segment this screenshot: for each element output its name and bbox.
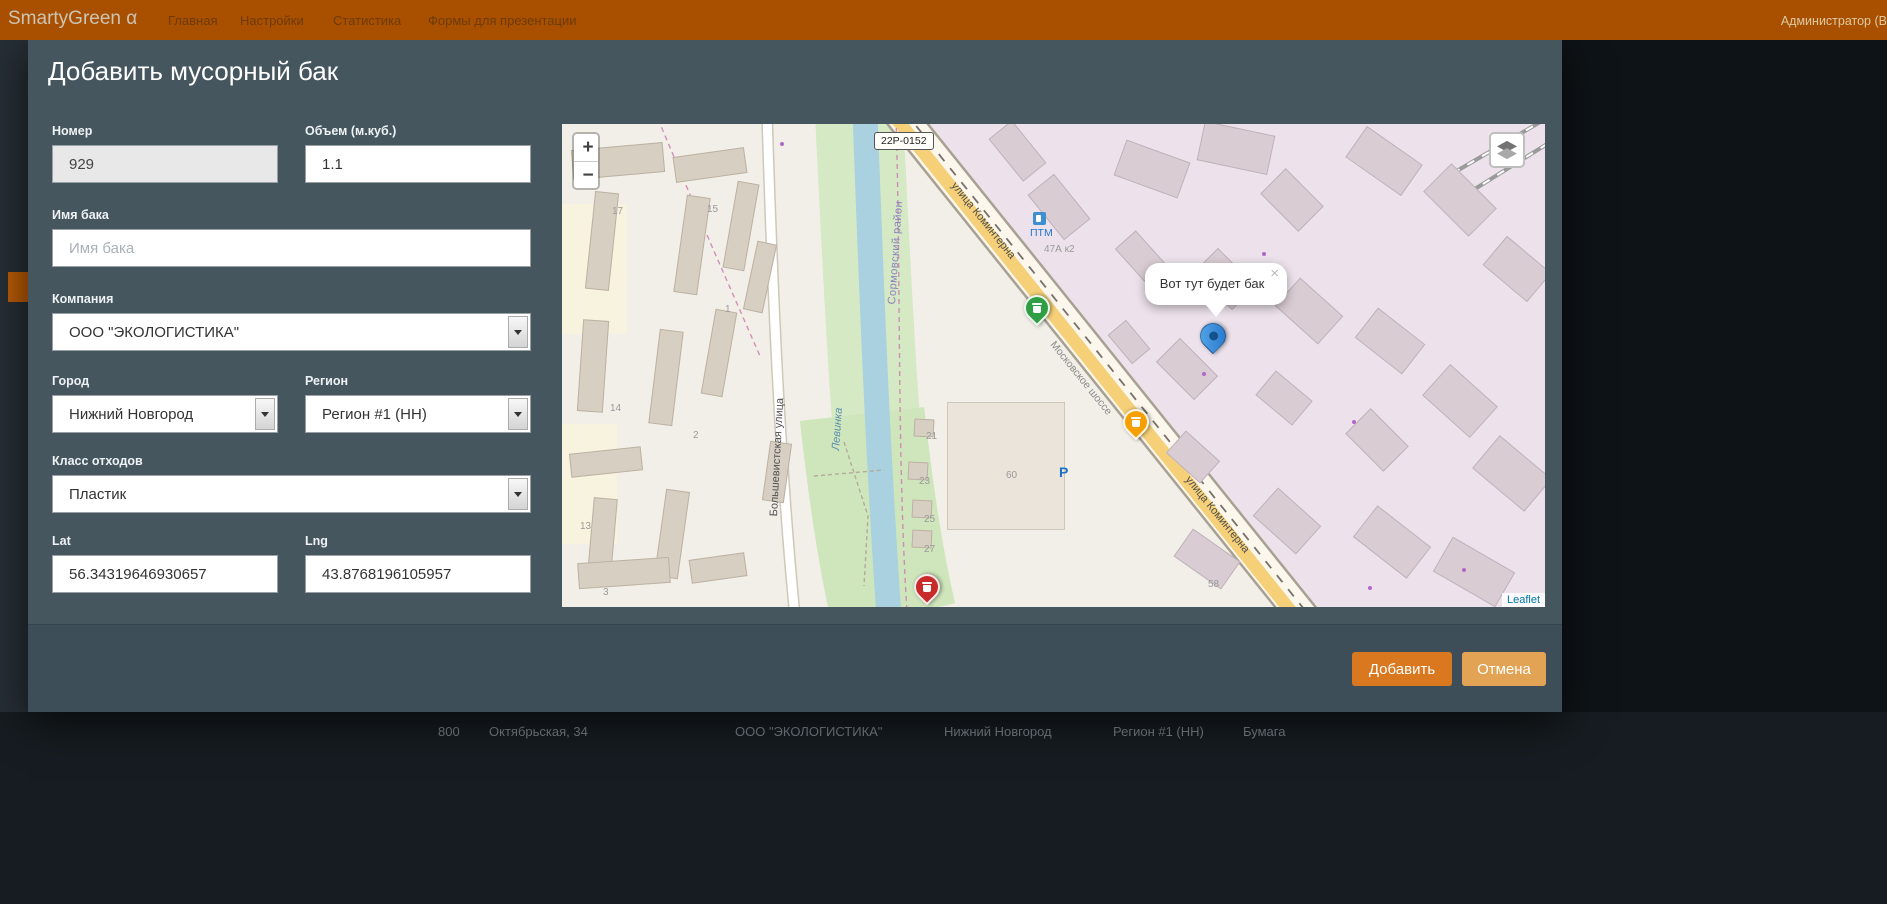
nav-item-presentation-forms[interactable]: Формы для презентации (428, 13, 577, 28)
nav-item-home[interactable]: Главная (168, 13, 217, 28)
house-number: 17 (612, 206, 624, 217)
house-number: 25 (924, 514, 936, 525)
table-cell: Бумага (1243, 724, 1286, 739)
table-cell: 800 (438, 724, 460, 739)
house-number: 21 (926, 431, 938, 442)
zoom-out-button[interactable]: − (574, 161, 598, 188)
background-button-fragment (8, 272, 28, 302)
house-number: 2 (693, 430, 699, 441)
city-select[interactable]: Нижний Новгород (52, 395, 278, 433)
layers-icon (1497, 140, 1517, 160)
house-number: 27 (924, 544, 936, 555)
table-cell: ООО "ЭКОЛОГИСТИКА" (735, 724, 883, 739)
company-select[interactable]: ООО "ЭКОЛОГИСТИКА" (52, 313, 531, 351)
lat-input[interactable] (52, 555, 278, 593)
page-background-left (0, 40, 28, 712)
field-lng: Lng (305, 534, 531, 593)
zoom-control: + − (572, 132, 600, 190)
house-number-47a: 47А к2 (1044, 244, 1075, 255)
modal-footer: Добавить Отмена (28, 624, 1562, 712)
brand-logo[interactable]: SmartyGreen α (8, 8, 137, 30)
waste-class-label: Класс отходов (52, 454, 143, 468)
city-label: Город (52, 374, 90, 388)
house-number: 13 (580, 521, 592, 532)
popup-tail (1206, 305, 1226, 317)
map-popup: Вот тут будет бак × (1145, 263, 1287, 317)
layers-control[interactable] (1489, 132, 1525, 168)
table-cell: Регион #1 (НН) (1113, 724, 1204, 739)
table-cell: Октябрьская, 34 (489, 724, 588, 739)
region-select[interactable]: Регион #1 (НН) (305, 395, 531, 433)
parking-label: P (1059, 464, 1069, 480)
location-map[interactable]: 17 15 1 14 2 13 3 21 23 25 27 60 58 улица Коминтерна… (562, 124, 1545, 607)
house-number: 3 (603, 587, 609, 598)
fuel-station-icon (1033, 212, 1046, 225)
modal-title: Добавить мусорный бак (48, 56, 339, 86)
house-number-layer: 17 15 1 14 2 13 3 21 23 25 27 60 58 (562, 124, 1545, 607)
field-number: Номер (52, 124, 278, 183)
lng-input[interactable] (305, 555, 531, 593)
chevron-down-icon[interactable] (508, 316, 528, 348)
house-number: 60 (1006, 470, 1018, 481)
bin-name-input[interactable] (52, 229, 531, 267)
page-background-bottom: 800 Октябрьская, 34 ООО "ЭКОЛОГИСТИКА" Нижн… (0, 712, 1887, 904)
field-volume: Объем (м.куб.) (305, 124, 531, 183)
popup-close-icon[interactable]: × (1270, 265, 1279, 282)
nav-item-settings[interactable]: Настройки (240, 13, 304, 28)
user-menu[interactable]: Администратор (В (1781, 14, 1887, 28)
field-region: Регион Регион #1 (НН) (305, 374, 531, 433)
number-input[interactable] (52, 145, 278, 183)
field-bin-name: Имя бака (52, 208, 531, 267)
lat-label: Lat (52, 534, 71, 548)
region-label: Регион (305, 374, 349, 388)
fuel-station-label: ПТМ (1030, 227, 1053, 239)
company-label: Компания (52, 292, 114, 306)
house-number: 58 (1208, 579, 1220, 590)
field-waste-class: Класс отходов Пластик (52, 454, 531, 513)
cancel-button[interactable]: Отмена (1462, 652, 1546, 686)
volume-input[interactable] (305, 145, 531, 183)
house-number: 1 (725, 304, 731, 315)
company-selected-value: ООО "ЭКОЛОГИСТИКА" (69, 323, 240, 341)
waste-class-selected-value: Пластик (69, 485, 127, 503)
submit-button[interactable]: Добавить (1352, 652, 1452, 686)
popup-text: Вот тут будет бак (1159, 276, 1265, 291)
bin-name-label: Имя бака (52, 208, 109, 222)
field-city: Город Нижний Новгород (52, 374, 278, 433)
volume-label: Объем (м.куб.) (305, 124, 397, 138)
chevron-down-icon[interactable] (508, 398, 528, 430)
page-background-right (1562, 40, 1887, 712)
house-number: 15 (707, 204, 719, 215)
screen: SmartyGreen α Главная Настройки Статисти… (0, 0, 1887, 904)
house-number: 14 (610, 403, 622, 414)
field-company: Компания ООО "ЭКОЛОГИСТИКА" (52, 292, 531, 351)
trash-icon (1131, 417, 1141, 427)
waste-class-select[interactable]: Пластик (52, 475, 531, 513)
road-shield: 22Р-0152 (874, 132, 934, 150)
leaflet-attribution[interactable]: Leaflet (1501, 593, 1545, 607)
city-selected-value: Нижний Новгород (69, 405, 194, 423)
region-selected-value: Регион #1 (НН) (322, 405, 427, 423)
zoom-in-button[interactable]: + (574, 134, 598, 161)
chevron-down-icon[interactable] (508, 478, 528, 510)
nav-item-statistics[interactable]: Статистика (333, 13, 401, 28)
trash-icon (922, 582, 932, 592)
add-bin-modal: Добавить мусорный бак Номер Объем (м.куб… (28, 40, 1562, 712)
number-label: Номер (52, 124, 93, 138)
top-navbar: SmartyGreen α Главная Настройки Статисти… (0, 0, 1887, 40)
field-lat: Lat (52, 534, 278, 593)
table-cell: Нижний Новгород (944, 724, 1052, 739)
lng-label: Lng (305, 534, 328, 548)
marker-dot (1208, 331, 1218, 341)
house-number: 23 (919, 476, 931, 487)
chevron-down-icon[interactable] (255, 398, 275, 430)
trash-icon (1032, 303, 1042, 313)
